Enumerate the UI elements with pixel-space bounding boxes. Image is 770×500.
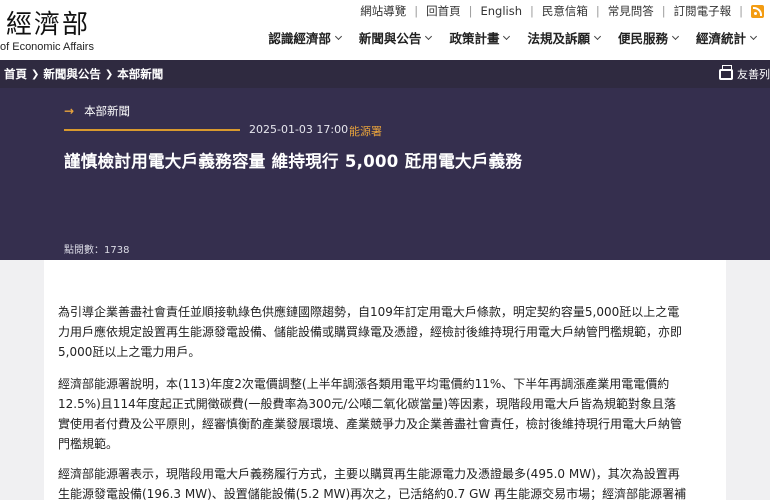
paragraph-line: 實使用者付費及公平原則，經審慎衡酌產業發展環境、產業競爭力及企業善盡社會責任，檢… bbox=[58, 417, 683, 431]
breadcrumb-bar: 首頁 ❯ 新聞與公告 ❯ 本部新聞 友善列 bbox=[0, 60, 770, 88]
article-body: 為引導企業善盡社會責任並順接軌綠色供應鏈國際趨勢，自109年訂定用電大戶條款，明… bbox=[44, 260, 726, 500]
paragraph-line: 生能源發電設備(196.3 MW)、設置儲能設備(5.2 MW)再次之，已活絡約… bbox=[58, 487, 687, 500]
main-nav: 認識經濟部 新聞與公告 政策計畫 法規及訴願 便民服務 經濟統計 bbox=[250, 28, 758, 47]
divider bbox=[64, 129, 240, 131]
paragraph-line: 經濟部能源署說明，本(113)年度2次電價調整(上半年調漲各類用電平均電價約11… bbox=[58, 377, 670, 391]
nav-item-policy[interactable]: 政策計畫 bbox=[449, 28, 511, 47]
chevron-down-icon bbox=[749, 32, 758, 40]
nav-item-regulations[interactable]: 法規及訴願 bbox=[527, 28, 602, 47]
site-header: 經濟部 of Economic Affairs 網站導覽 | 回首頁 | Eng… bbox=[0, 0, 770, 60]
article-department: 能源署 bbox=[349, 125, 382, 138]
util-link-english[interactable]: English bbox=[472, 4, 530, 18]
nav-item-statistics[interactable]: 經濟統計 bbox=[695, 28, 758, 47]
paragraph-line: 5,000瓩以上之電力用戶。 bbox=[58, 345, 201, 359]
utility-nav: 網站導覽 | 回首頁 | English | 民意信箱 | 常見問答 | 訂閱電… bbox=[352, 3, 764, 19]
paragraph-line: 12.5%)且114年度起正式開徵碳費(一般費率為300元/公噸二氧化碳當量)等… bbox=[58, 397, 677, 411]
breadcrumb-current[interactable]: 本部新聞 bbox=[117, 66, 163, 82]
site-logo[interactable]: 經濟部 bbox=[6, 4, 90, 41]
paragraph-line: 經濟部能源署表示，現階段用電大戶義務履行方式，主要以購買再生能源電力及憑證最多(… bbox=[58, 467, 680, 481]
breadcrumb: 首頁 ❯ 新聞與公告 ❯ 本部新聞 bbox=[0, 66, 163, 82]
paragraph-line: 門檻規範。 bbox=[58, 437, 119, 451]
rss-icon[interactable] bbox=[751, 4, 764, 18]
chevron-down-icon bbox=[334, 32, 342, 40]
site-logo-english[interactable]: of Economic Affairs bbox=[0, 41, 94, 53]
util-link-mailbox[interactable]: 民意信箱 bbox=[534, 3, 596, 19]
nav-item-label: 認識經濟部 bbox=[268, 31, 331, 46]
article-category: → 本部新聞 bbox=[64, 103, 130, 119]
util-link-subscribe[interactable]: 訂閱電子報 bbox=[666, 3, 740, 19]
paragraph-line: 為引導企業善盡社會責任並順接軌綠色供應鏈國際趨勢，自109年訂定用電大戶條款，明… bbox=[58, 305, 680, 319]
breadcrumb-home[interactable]: 首頁 bbox=[4, 66, 27, 82]
article-paragraph: 為引導企業善盡社會責任並順接軌綠色供應鏈國際趨勢，自109年訂定用電大戶條款，明… bbox=[58, 302, 718, 362]
chevron-down-icon bbox=[671, 32, 680, 40]
article-paragraph: 經濟部能源署表示，現階段用電大戶義務履行方式，主要以購買再生能源電力及憑證最多(… bbox=[58, 464, 718, 500]
chevron-down-icon bbox=[593, 32, 602, 40]
nav-item-label: 政策計畫 bbox=[449, 31, 500, 46]
util-link-sitemap[interactable]: 網站導覽 bbox=[352, 3, 414, 19]
print-label: 友善列 bbox=[737, 68, 770, 81]
article-paragraph: 經濟部能源署說明，本(113)年度2次電價調整(上半年調漲各類用電平均電價約11… bbox=[58, 374, 718, 454]
nav-item-news[interactable]: 新聞與公告 bbox=[358, 28, 433, 47]
view-count: 點閱數：1738 bbox=[64, 245, 130, 256]
nav-item-label: 新聞與公告 bbox=[358, 31, 422, 46]
chevron-down-icon bbox=[425, 32, 433, 40]
breadcrumb-news[interactable]: 新聞與公告 bbox=[43, 66, 101, 82]
article-date: 2025-01-03 17:00 bbox=[249, 123, 349, 136]
article-category-label: 本部新聞 bbox=[84, 104, 131, 118]
chevron-down-icon bbox=[503, 32, 511, 40]
printer-icon bbox=[719, 64, 733, 80]
nav-item-label: 法規及訴願 bbox=[527, 31, 590, 46]
print-button[interactable]: 友善列 bbox=[719, 64, 770, 82]
nav-item-about[interactable]: 認識經濟部 bbox=[268, 28, 342, 47]
nav-item-services[interactable]: 便民服務 bbox=[617, 28, 680, 47]
chevron-right-icon: ❯ bbox=[31, 68, 40, 80]
util-link-home[interactable]: 回首頁 bbox=[418, 3, 469, 19]
divider: | bbox=[739, 4, 743, 18]
util-link-faq[interactable]: 常見問答 bbox=[600, 3, 662, 19]
arrow-right-icon: → bbox=[64, 104, 75, 118]
article-hero: → 本部新聞 2025-01-03 17:00 能源署 謹慎檢討用電大戶義務容量… bbox=[0, 88, 770, 260]
page-title: 謹慎檢討用電大戶義務容量 維持現行 5,000 瓩用電大戶義務 bbox=[64, 152, 523, 171]
chevron-right-icon: ❯ bbox=[104, 68, 114, 80]
paragraph-line: 力用戶應依規定設置再生能源發電設備、儲能設備或購買綠電及憑證，經檢討後維持現行用… bbox=[58, 325, 683, 339]
nav-item-label: 經濟統計 bbox=[695, 31, 746, 46]
nav-item-label: 便民服務 bbox=[617, 31, 668, 46]
